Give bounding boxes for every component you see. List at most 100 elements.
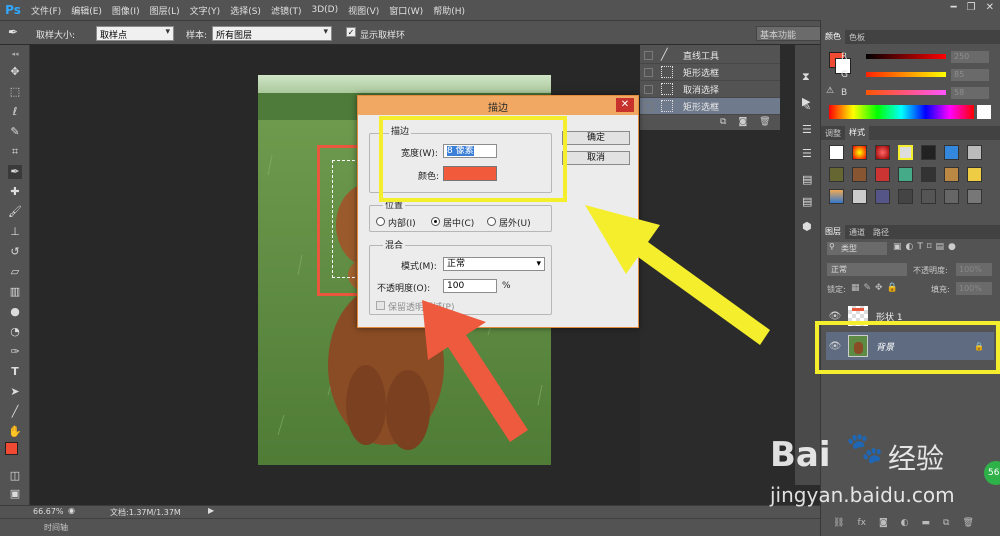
menu-type[interactable]: 文字(Y): [185, 4, 226, 17]
restore-icon[interactable]: ❐: [967, 2, 976, 13]
foreground-color-swatch[interactable]: [5, 442, 18, 455]
style-swatch[interactable]: [852, 167, 867, 182]
new-document-icon[interactable]: ⧉: [720, 117, 726, 127]
g-value[interactable]: 85: [951, 69, 989, 81]
gradient-tool-icon[interactable]: ▥: [8, 285, 22, 299]
menu-layer[interactable]: 图层(L): [145, 4, 185, 17]
g-slider[interactable]: [866, 72, 946, 77]
style-swatch[interactable]: [875, 189, 890, 204]
style-swatch[interactable]: [875, 145, 890, 160]
b-value[interactable]: 58: [951, 87, 989, 99]
menu-3d[interactable]: 3D(D): [306, 5, 343, 15]
character-panel-icon[interactable]: ▤: [802, 173, 812, 186]
tab-channels[interactable]: 通道: [845, 227, 869, 238]
style-swatch[interactable]: [944, 189, 959, 204]
outside-radio[interactable]: [487, 217, 496, 226]
style-swatch[interactable]: [852, 145, 867, 160]
menu-help[interactable]: 帮助(H): [428, 4, 470, 17]
eye-icon[interactable]: 👁: [826, 311, 844, 322]
history-item[interactable]: 取消选择: [640, 81, 780, 98]
snapshot-icon[interactable]: ◙: [738, 117, 747, 127]
properties-icon[interactable]: ☰: [802, 147, 812, 160]
menu-filter[interactable]: 滤镜(T): [266, 4, 307, 17]
folder-icon[interactable]: ▬: [922, 518, 931, 528]
history-brush-icon[interactable]: ↺: [8, 245, 22, 259]
spectrum-white[interactable]: [977, 105, 991, 119]
quick-mask-icon[interactable]: ◫: [8, 469, 22, 483]
inside-label[interactable]: 内部(I): [388, 216, 416, 229]
eyedropper-tool-icon[interactable]: ✒: [8, 25, 18, 39]
menu-edit[interactable]: 编辑(E): [66, 4, 107, 17]
trash-icon[interactable]: 🗑: [962, 518, 973, 528]
close-icon[interactable]: ✕: [616, 98, 634, 112]
history-panel-icon[interactable]: ⧗: [802, 70, 810, 84]
menu-image[interactable]: 图像(I): [107, 4, 145, 17]
healing-tool-icon[interactable]: ✚: [8, 185, 22, 199]
color-spectrum[interactable]: [829, 105, 974, 119]
style-swatch[interactable]: [898, 189, 913, 204]
center-label[interactable]: 居中(C): [443, 216, 474, 229]
style-swatch[interactable]: [829, 167, 844, 182]
panel-collapse-icon[interactable]: ◂◂: [8, 47, 22, 61]
mask-icon[interactable]: ◙: [879, 518, 888, 528]
style-swatch[interactable]: [944, 167, 959, 182]
move-tool-icon[interactable]: ✥: [8, 65, 22, 79]
outside-label[interactable]: 居外(U): [499, 216, 531, 229]
new-layer-icon[interactable]: ⧉: [943, 518, 949, 528]
style-swatch[interactable]: [829, 145, 844, 160]
tab-adjustments[interactable]: 调整: [821, 128, 845, 139]
blend-mode-select[interactable]: 正常: [827, 263, 907, 276]
close-icon[interactable]: ✕: [986, 2, 994, 13]
path-select-icon[interactable]: ➤: [8, 385, 22, 399]
style-swatch[interactable]: [967, 189, 982, 204]
type-tool-icon[interactable]: T: [8, 365, 22, 379]
history-item[interactable]: 矩形选框: [640, 64, 780, 81]
mode-select[interactable]: 正常 ▾: [443, 257, 545, 271]
tab-styles[interactable]: 样式: [845, 126, 869, 140]
style-swatch[interactable]: [921, 145, 936, 160]
trash-icon[interactable]: 🗑: [759, 117, 770, 127]
opacity-field[interactable]: 100%: [956, 263, 992, 276]
menu-window[interactable]: 窗口(W): [384, 4, 428, 17]
history-checkbox[interactable]: [644, 67, 653, 77]
marquee-tool-icon[interactable]: ⬚: [8, 85, 22, 99]
adjustment-icon[interactable]: ◐: [901, 518, 909, 528]
style-swatch[interactable]: [921, 189, 936, 204]
timeline-label[interactable]: 时间轴: [44, 522, 68, 533]
adjust-icon[interactable]: ☰: [802, 123, 812, 136]
fill-field[interactable]: 100%: [956, 282, 992, 295]
eraser-tool-icon[interactable]: ▱: [8, 265, 22, 279]
r-value[interactable]: 250: [951, 51, 989, 63]
history-checkbox[interactable]: [644, 101, 653, 111]
tab-color[interactable]: 颜色: [821, 30, 845, 44]
style-swatch[interactable]: [967, 167, 982, 182]
brush-tool-icon[interactable]: 🖌: [8, 205, 22, 219]
eyedropper-tool-icon[interactable]: ✒: [8, 165, 22, 179]
link-icon[interactable]: ⛓: [833, 518, 844, 528]
preserve-transparency-checkbox[interactable]: [376, 301, 385, 310]
paragraph-panel-icon[interactable]: ▤: [802, 195, 812, 208]
hand-tool-icon[interactable]: ✋: [8, 425, 22, 439]
tab-swatches[interactable]: 色板: [845, 32, 869, 43]
history-checkbox[interactable]: [644, 84, 653, 94]
tab-layers[interactable]: 图层: [821, 225, 845, 239]
style-swatch[interactable]: [898, 145, 913, 160]
status-info-icon[interactable]: ◉: [68, 506, 75, 515]
show-ring-checkbox[interactable]: ✓: [346, 27, 356, 37]
line-tool-icon[interactable]: ╱: [8, 405, 22, 419]
dodge-tool-icon[interactable]: ◔: [8, 325, 22, 339]
tool-presets-icon[interactable]: ✎: [802, 100, 811, 113]
layer-filter-icons[interactable]: ▣◐T⌑▤●: [893, 242, 960, 252]
blend-opacity-field[interactable]: 100: [443, 279, 497, 293]
style-swatch[interactable]: [967, 145, 982, 160]
quick-select-tool-icon[interactable]: ✎: [8, 125, 22, 139]
style-swatch[interactable]: [944, 145, 959, 160]
lasso-tool-icon[interactable]: ℓ: [8, 105, 22, 119]
3d-panel-icon[interactable]: ⬢: [802, 220, 812, 233]
r-slider[interactable]: [866, 54, 946, 59]
layer-filter-select[interactable]: 类型: [827, 242, 887, 255]
status-arrow-icon[interactable]: ▶: [208, 506, 214, 515]
zoom-level[interactable]: 66.67%: [33, 507, 64, 516]
stamp-tool-icon[interactable]: ⊥: [8, 225, 22, 239]
fx-icon[interactable]: fx: [857, 518, 866, 528]
